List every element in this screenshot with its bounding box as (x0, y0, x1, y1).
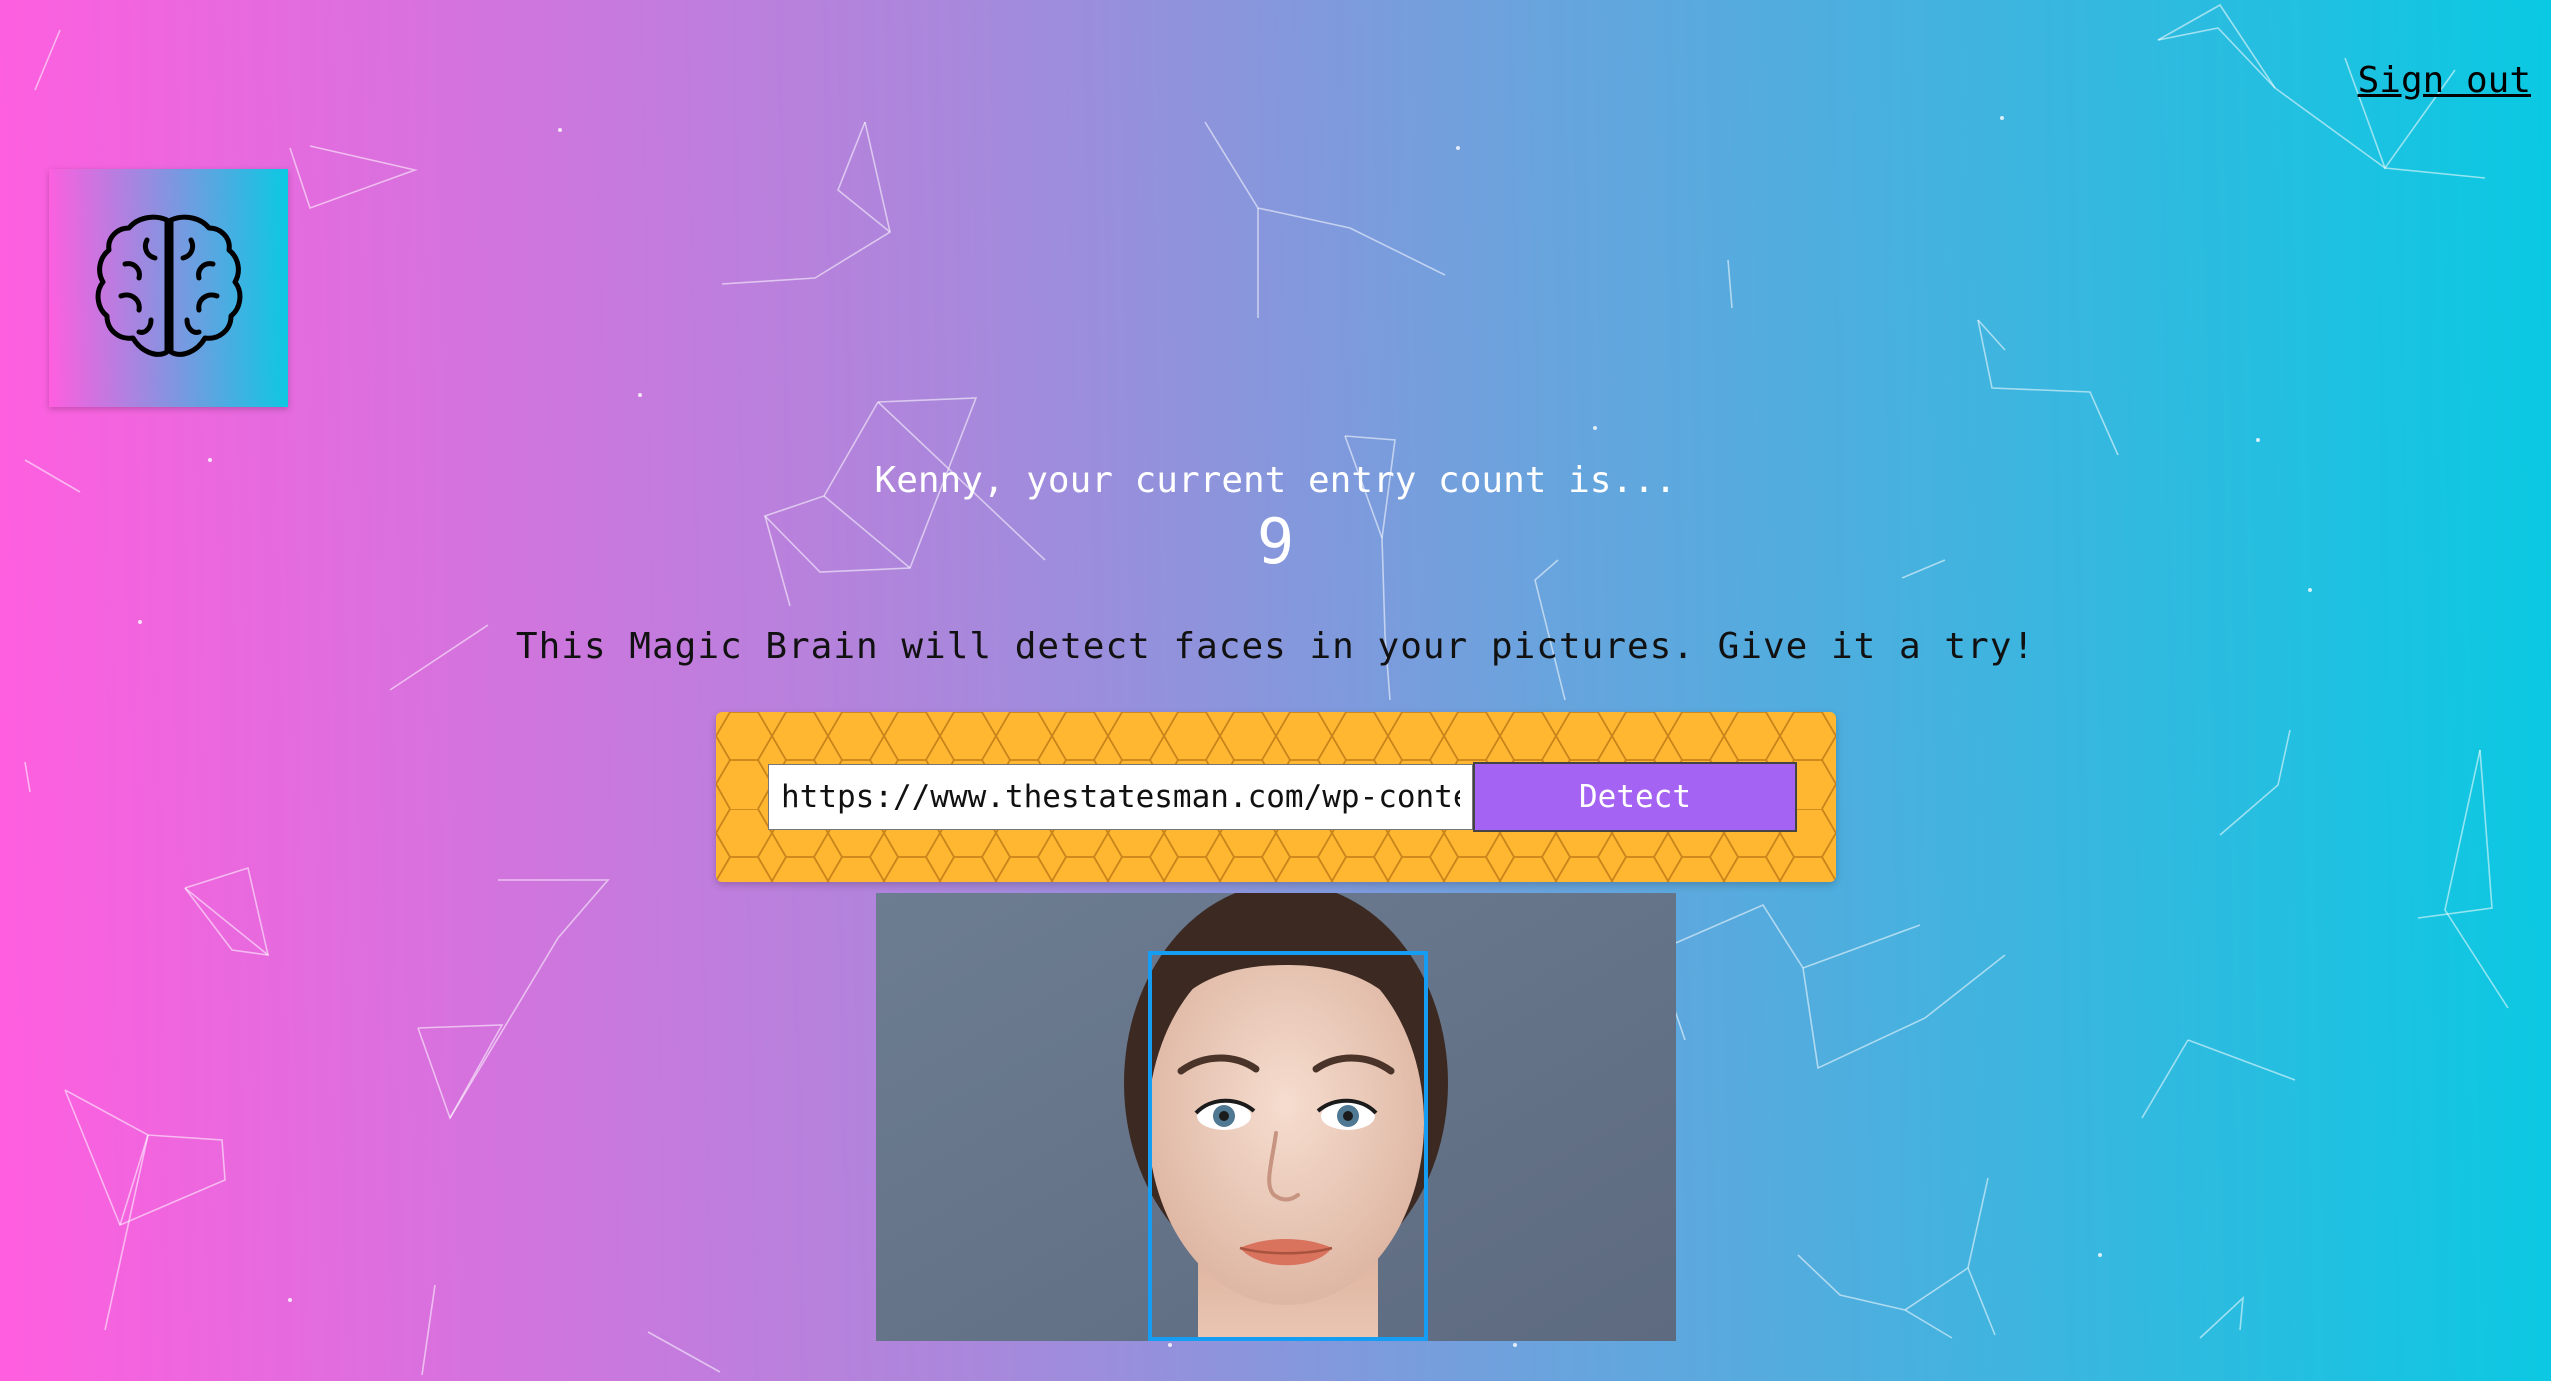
face-bounding-box (1148, 951, 1428, 1341)
face-detection-result (876, 893, 1676, 1341)
logo (49, 169, 288, 407)
brain-icon (95, 214, 242, 357)
entry-count-greeting: Kenny, your current entry count is... (874, 460, 1677, 501)
entry-count-value: 9 (1256, 505, 1295, 578)
page-tagline: This Magic Brain will detect faces in yo… (515, 626, 2036, 667)
sign-out-link[interactable]: Sign out (2358, 60, 2531, 101)
image-link-form: Detect (716, 712, 1836, 882)
detect-button[interactable]: Detect (1473, 762, 1797, 832)
image-url-input[interactable] (768, 764, 1473, 830)
